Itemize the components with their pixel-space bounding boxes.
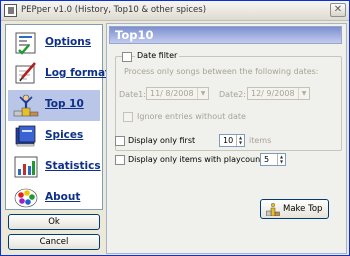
- nav-item-label: About: [45, 191, 81, 203]
- date2-value: 12/ 9/2008: [251, 89, 295, 98]
- options-page-icon: [15, 32, 36, 55]
- winner-podium-icon: [13, 94, 39, 117]
- close-button[interactable]: ✕: [330, 3, 346, 17]
- date1-value: 11/ 8/2008: [150, 89, 194, 98]
- date-filter-checkbox[interactable]: [122, 52, 132, 62]
- display-first-suffix: items: [249, 136, 272, 145]
- date-range-hint: Process only songs between the following…: [124, 67, 319, 76]
- display-first-checkbox[interactable]: [115, 136, 125, 146]
- main-panel: Top10 Date filter Process only songs bet…: [106, 23, 347, 254]
- page-title: Top10: [115, 28, 154, 42]
- spin-arrows-icon: ▲ ▼: [236, 135, 244, 146]
- nav-item-label: Statistics: [45, 160, 101, 172]
- nav-item-about[interactable]: About: [8, 183, 100, 214]
- panel-header: Top10: [109, 26, 342, 44]
- display-first-stepper[interactable]: 10 ▲ ▼: [219, 134, 245, 147]
- sidebar-nav: Options Log format Top 10 Spices Statist…: [5, 24, 110, 210]
- date-filter-label: Date filter: [135, 51, 180, 60]
- chevron-down-icon: ▼: [197, 88, 208, 99]
- nav-item-label: Top 10: [45, 98, 84, 110]
- app-window: PEPper v1.0 (History, Top10 & other spic…: [0, 0, 350, 256]
- date2-label: Date2:: [219, 90, 246, 99]
- date2-picker[interactable]: 12/ 9/2008 ▼: [247, 87, 310, 100]
- display-playcount-label: Display only items with playcount >=: [128, 155, 280, 164]
- podium-icon: [266, 203, 280, 216]
- ignore-undated-checkbox[interactable]: [123, 112, 133, 122]
- ok-button[interactable]: Ok: [8, 214, 100, 230]
- display-first-value: 10: [223, 136, 234, 145]
- nav-item-options[interactable]: Options: [8, 28, 100, 59]
- ignore-undated-label: Ignore entries without date: [137, 112, 246, 121]
- nav-item-label: Spices: [45, 129, 84, 141]
- make-top-button[interactable]: Make Top: [260, 199, 329, 219]
- date1-picker[interactable]: 11/ 8/2008 ▼: [146, 87, 209, 100]
- nav-item-log-format[interactable]: Log format: [8, 59, 110, 90]
- chevron-down-icon: ▼: [298, 88, 309, 99]
- playcount-value: 5: [264, 155, 270, 164]
- display-first-label: Display only first: [128, 136, 196, 145]
- make-top-label: Make Top: [283, 204, 323, 214]
- playcount-stepper[interactable]: 5 ▲ ▼: [260, 153, 286, 166]
- color-wheel-icon: [14, 188, 38, 208]
- nav-item-statistics[interactable]: Statistics: [8, 152, 101, 183]
- cancel-button[interactable]: Cancel: [8, 234, 100, 250]
- spin-arrows-icon: ▲ ▼: [277, 154, 285, 165]
- statistics-chart-icon: [14, 156, 38, 178]
- nav-item-label: Log format: [45, 67, 111, 79]
- spices-book-icon: [15, 125, 36, 147]
- nav-item-top-10[interactable]: Top 10: [8, 90, 100, 121]
- window-title: PEPper v1.0 (History, Top10 & other spic…: [21, 5, 207, 15]
- title-bar: PEPper v1.0 (History, Top10 & other spic…: [1, 1, 349, 21]
- nav-item-label: Options: [45, 36, 91, 48]
- pen-notepad-icon: [15, 62, 36, 84]
- date1-label: Date1:: [119, 90, 146, 99]
- app-icon: [4, 4, 17, 17]
- display-playcount-checkbox[interactable]: [115, 155, 125, 165]
- nav-item-spices[interactable]: Spices: [8, 121, 100, 152]
